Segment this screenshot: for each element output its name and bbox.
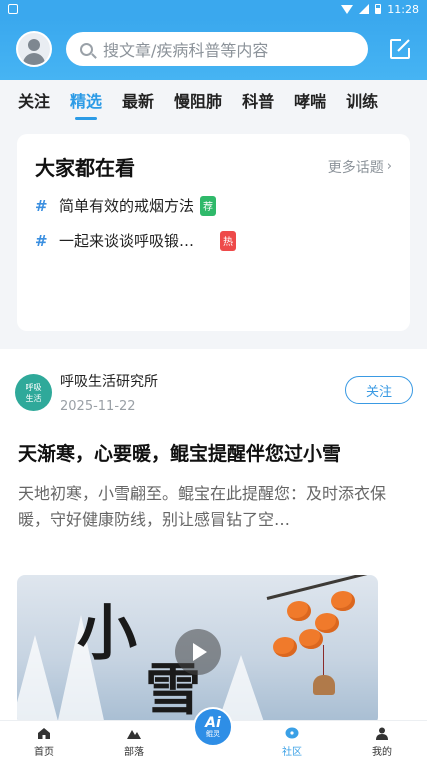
persimmon: [315, 613, 339, 633]
home-icon: [38, 728, 50, 739]
app-notification-icon: [8, 4, 18, 14]
nav-community[interactable]: 社区: [262, 727, 322, 758]
image-char-1: 小: [77, 599, 137, 669]
profile-icon: [376, 727, 388, 740]
tab-latest[interactable]: 最新: [122, 88, 154, 112]
play-icon: [193, 643, 207, 661]
category-tabs: 关注 精选 最新 慢阻肺 科普 哮喘 训练: [0, 80, 427, 120]
author-info: 呼吸生活研究所 2025-11-22: [60, 371, 158, 414]
search-icon: [80, 42, 93, 56]
status-left: [8, 4, 18, 14]
ai-assistant-button[interactable]: Ai 鲲灵: [193, 707, 233, 747]
play-button[interactable]: [175, 629, 221, 675]
topic-item[interactable]: # 一起来谈谈呼吸锻… 热: [35, 230, 392, 251]
nav-profile-label: 我的: [372, 747, 392, 758]
ai-sub-label: 鲲灵: [206, 729, 220, 738]
top-header: 搜文章/疾病科普等内容: [0, 18, 427, 80]
nav-tribe-label: 部落: [124, 747, 144, 758]
post-date: 2025-11-22: [60, 399, 136, 414]
status-right: 11:28: [341, 3, 419, 16]
trending-title: 大家都在看: [35, 156, 135, 180]
nav-home[interactable]: 首页: [14, 727, 74, 758]
hashtag-icon: #: [35, 231, 48, 250]
search-input[interactable]: 搜文章/疾病科普等内容: [66, 32, 368, 66]
persimmon: [331, 591, 355, 611]
ai-label: Ai: [205, 714, 221, 731]
more-topics-label: 更多话题: [327, 159, 384, 176]
logo-line2: 生活: [25, 393, 42, 403]
persimmon: [273, 637, 297, 657]
post-title[interactable]: 天渐寒，心要暖，鲲宝提醒伴您过小雪: [18, 439, 341, 466]
community-icon: [285, 727, 299, 739]
trending-card: 大家都在看 更多话题 › # 简单有效的戒烟方法 荐 # 一起来谈谈呼吸锻… 热: [17, 134, 410, 331]
hashtag-icon: #: [35, 196, 48, 215]
edit-post-icon[interactable]: [387, 36, 413, 62]
topic-text: 一起来谈谈呼吸锻…: [59, 232, 195, 250]
branch: [266, 575, 378, 600]
more-topics-link[interactable]: 更多话题 ›: [328, 157, 392, 177]
topic-item[interactable]: # 简单有效的戒烟方法 荐: [35, 195, 392, 216]
post-video-thumbnail[interactable]: 小 雪: [17, 575, 378, 725]
logo-line1: 呼吸: [25, 382, 42, 392]
mountain-icon: [127, 730, 141, 739]
search-placeholder: 搜文章/疾病科普等内容: [103, 41, 269, 60]
persimmon: [299, 629, 323, 649]
author-name: 呼吸生活研究所: [60, 374, 158, 390]
nav-home-label: 首页: [34, 747, 54, 758]
post-card[interactable]: 呼吸 生活 呼吸生活研究所 2025-11-22 关注 天渐寒，心要暖，鲲宝提醒…: [0, 349, 427, 725]
author-logo: 呼吸 生活: [15, 374, 52, 411]
tab-training[interactable]: 训练: [346, 88, 378, 112]
tab-copd[interactable]: 慢阻肺: [174, 88, 222, 112]
post-author[interactable]: 呼吸 生活 呼吸生活研究所 2025-11-22: [15, 371, 158, 414]
follow-button[interactable]: 关注: [345, 376, 413, 404]
bell-string: [323, 645, 324, 675]
user-avatar[interactable]: [16, 31, 52, 67]
chevron-right-icon: ›: [386, 159, 392, 174]
signal-icon: [359, 4, 370, 14]
bottom-nav: 首页 部落 Ai 鲲灵 社区 我的: [0, 707, 427, 760]
tab-asthma[interactable]: 哮喘: [294, 88, 326, 112]
wifi-icon: [341, 4, 354, 14]
tab-follow[interactable]: 关注: [18, 88, 50, 112]
bell: [313, 675, 335, 695]
nav-community-label: 社区: [282, 747, 302, 758]
nav-tribe[interactable]: 部落: [104, 727, 164, 758]
tab-science[interactable]: 科普: [242, 88, 274, 112]
snow-tree: [17, 635, 59, 725]
recommend-badge: 荐: [200, 195, 217, 216]
persimmon: [287, 601, 311, 621]
status-bar: 11:28: [0, 0, 427, 18]
tab-featured[interactable]: 精选: [70, 88, 102, 112]
post-excerpt: 天地初寒，小雪翩至。鲲宝在此提醒您：及时添衣保暖，守好健康防线，别让感冒钻了空…: [18, 484, 387, 529]
battery-icon: [375, 4, 382, 14]
trending-header: 大家都在看 更多话题 ›: [35, 152, 392, 181]
nav-profile[interactable]: 我的: [352, 727, 412, 758]
hot-badge: 热: [220, 230, 237, 251]
topic-text: 简单有效的戒烟方法: [59, 197, 195, 215]
status-time: 11:28: [387, 2, 419, 16]
